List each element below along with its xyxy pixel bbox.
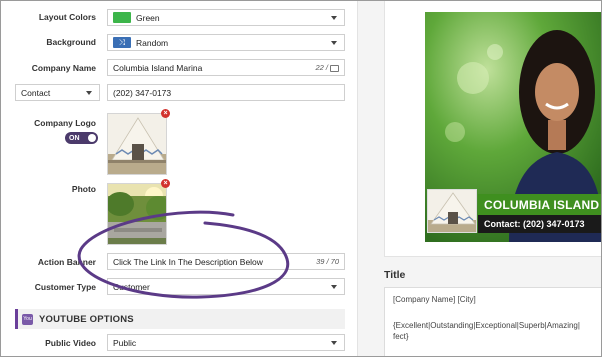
- settings-panel: Layout Colors Green Background ⤨ Random …: [1, 1, 357, 356]
- annotation-circle: [77, 210, 290, 299]
- title-heading: Title: [384, 269, 406, 281]
- title-line: [Company Name] [City]: [393, 295, 476, 304]
- banner-logo: [427, 189, 477, 233]
- title-line: fect}: [393, 332, 409, 341]
- title-line: {Excellent|Outstanding|Exceptional|Super…: [393, 321, 580, 330]
- app-frame: Layout Colors Green Background ⤨ Random …: [0, 0, 602, 357]
- tent-icon: [428, 192, 476, 232]
- banner-company-name: COLUMBIA ISLAND: [478, 194, 601, 215]
- banner-contact: Contact: (202) 347-0173: [478, 215, 601, 233]
